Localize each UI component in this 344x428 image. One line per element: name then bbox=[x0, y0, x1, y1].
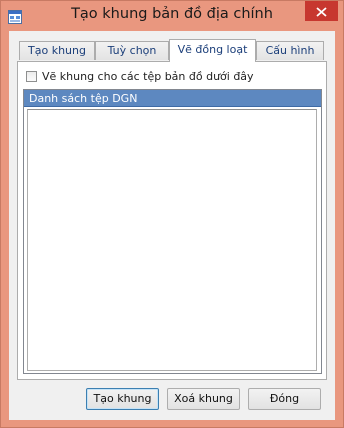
draw-frames-checkbox[interactable]: Vẽ khung cho các tệp bản đồ dưới đây bbox=[26, 69, 254, 83]
close-icon bbox=[316, 2, 327, 21]
dgn-file-group: Danh sách tệp DGN bbox=[23, 89, 322, 374]
tab-tao-khung[interactable]: Tạo khung bbox=[19, 41, 95, 60]
dialog-client-area: Tạo khung Tuỳ chọn Vẽ đồng loạt Cấu hình… bbox=[9, 31, 335, 420]
tab-page-ve-dong-loat: Vẽ khung cho các tệp bản đồ dưới đây Dan… bbox=[17, 61, 327, 380]
checkbox-box[interactable] bbox=[26, 70, 37, 82]
delete-frame-button[interactable]: Xoá khung bbox=[167, 388, 240, 410]
list-header: Danh sách tệp DGN bbox=[24, 90, 321, 107]
tab-ve-dong-loat[interactable]: Vẽ đồng loạt bbox=[169, 39, 256, 62]
app-window-icon bbox=[8, 9, 22, 24]
close-window-button[interactable] bbox=[305, 1, 338, 21]
dgn-file-list[interactable] bbox=[27, 109, 317, 371]
title-bar[interactable]: Tạo khung bản đồ địa chính bbox=[1, 1, 343, 31]
dialog-window: Tạo khung bản đồ địa chính Tạo khung Tuỳ… bbox=[0, 0, 344, 428]
close-button[interactable]: Đóng bbox=[248, 388, 321, 410]
window-title: Tạo khung bản đồ địa chính bbox=[71, 6, 273, 22]
create-frame-button[interactable]: Tạo khung bbox=[86, 388, 159, 410]
checkbox-label: Vẽ khung cho các tệp bản đồ dưới đây bbox=[42, 69, 254, 83]
tab-tuy-chon[interactable]: Tuỳ chọn bbox=[95, 41, 169, 60]
tab-cau-hinh[interactable]: Cấu hình bbox=[256, 41, 324, 60]
list-header-title: Danh sách tệp DGN bbox=[29, 92, 138, 105]
